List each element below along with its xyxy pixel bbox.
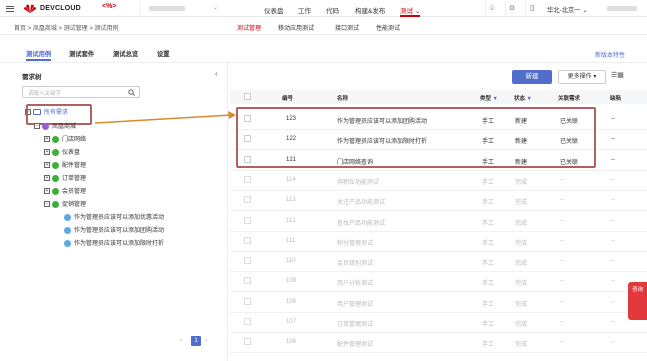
consult-button[interactable]: 咨询 bbox=[628, 282, 647, 320]
annotation-arrow-icon bbox=[94, 111, 236, 124]
